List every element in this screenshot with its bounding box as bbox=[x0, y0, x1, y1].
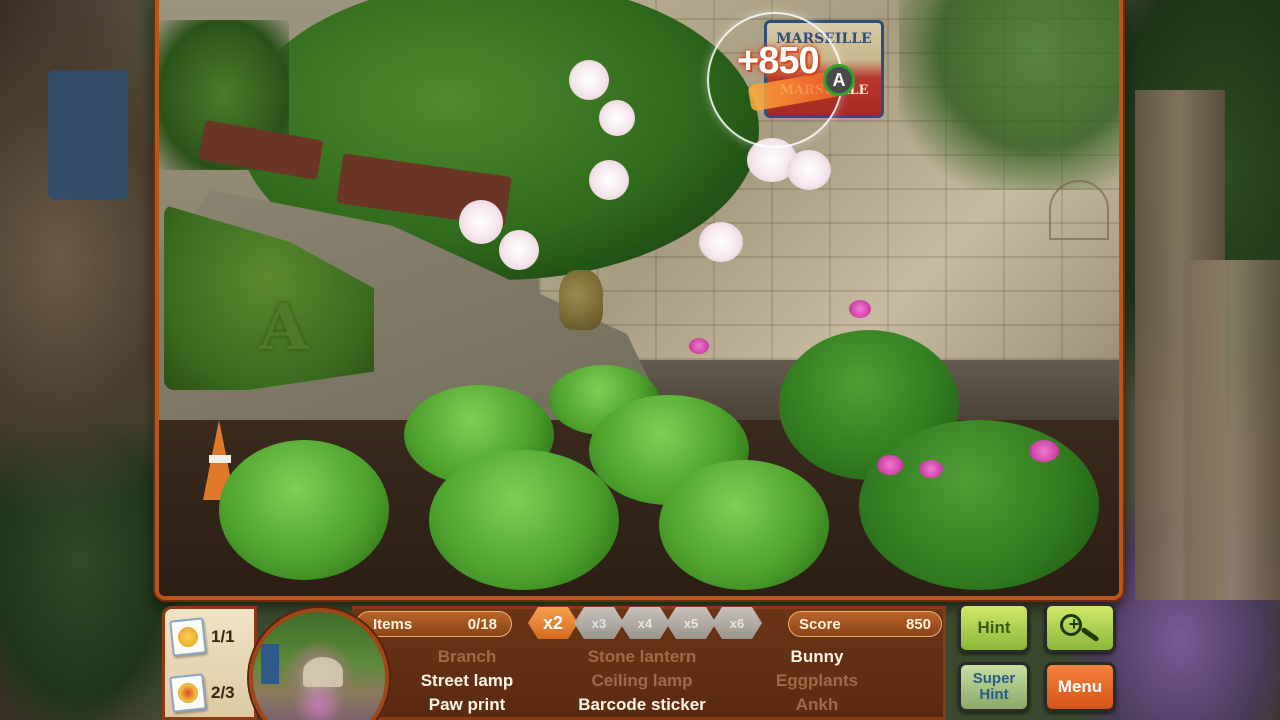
fan-rake[interactable] bbox=[1049, 180, 1109, 240]
hidden-item-word: Ankh bbox=[795, 695, 839, 714]
score-counter: Score 850 bbox=[788, 611, 942, 637]
succulent-shrub bbox=[219, 440, 389, 580]
star-counter: 1/1 bbox=[169, 617, 235, 657]
menu-button[interactable]: Menu bbox=[1044, 662, 1116, 712]
multiplier-row: x2 x3 x4 x5 x6 bbox=[528, 607, 762, 639]
hidden-item-word: Eggplants bbox=[775, 671, 859, 690]
zoom-in-icon: + bbox=[1058, 612, 1102, 644]
hud-header: Items 0/18 x2 x3 x4 x5 x6 Score 850 bbox=[352, 607, 946, 639]
hidden-item-word: Paw print bbox=[428, 695, 506, 714]
white-rose bbox=[459, 200, 503, 244]
pink-flower bbox=[919, 460, 943, 478]
bergenia-plant bbox=[859, 420, 1099, 590]
compass-counter-value: 2/3 bbox=[211, 683, 235, 702]
background-door bbox=[48, 70, 128, 200]
hidden-item-word: Barcode sticker bbox=[578, 695, 706, 714]
white-rose bbox=[787, 150, 831, 190]
hidden-item-word: Branch bbox=[437, 647, 497, 666]
compass-counter: 2/3 bbox=[169, 673, 235, 713]
garden-scene[interactable]: A MARSEILLE MARSEILLE bbox=[159, 0, 1119, 596]
items-counter: Items 0/18 bbox=[356, 611, 512, 637]
multiplier-x4: x4 bbox=[620, 607, 670, 639]
fountain bbox=[303, 657, 343, 687]
score-label: Score bbox=[799, 615, 841, 633]
hidden-item-word: Stone lantern bbox=[587, 647, 697, 666]
score-value: 850 bbox=[905, 615, 931, 633]
action-buttons: Hint + Super Hint Menu bbox=[946, 600, 1136, 720]
super-hint-button[interactable]: Super Hint bbox=[958, 662, 1030, 712]
compass-photo-icon bbox=[169, 673, 207, 713]
ceramic-vase[interactable] bbox=[559, 270, 603, 330]
scene-frame[interactable]: A MARSEILLE MARSEILLE bbox=[155, 0, 1123, 600]
star-counter-value: 1/1 bbox=[211, 627, 235, 646]
white-rose bbox=[499, 230, 539, 270]
white-rose bbox=[599, 100, 635, 136]
item-list-panel: Items 0/18 x2 x3 x4 x5 x6 Score 850 Branch St… bbox=[352, 606, 946, 720]
white-rose bbox=[569, 60, 609, 100]
ivy bbox=[899, 0, 1119, 190]
hidden-item-word: Bunny bbox=[790, 647, 844, 666]
hint-button[interactable]: Hint bbox=[958, 603, 1030, 653]
items-value: 0/18 bbox=[467, 615, 497, 633]
white-rose bbox=[699, 222, 743, 262]
succulent-shrub bbox=[659, 460, 829, 590]
multiplier-x6: x6 bbox=[712, 607, 762, 639]
succulent-shrub bbox=[429, 450, 619, 590]
pink-flower bbox=[877, 455, 903, 475]
letter-badge: A bbox=[823, 64, 855, 96]
multiplier-x2: x2 bbox=[528, 607, 578, 639]
thumbnail-door bbox=[261, 644, 279, 684]
pink-flower bbox=[849, 300, 871, 318]
score-popup: +850 bbox=[737, 40, 820, 82]
collectibles-panel: 1/1 2/3 bbox=[162, 606, 257, 720]
hidden-letter-a[interactable]: A bbox=[259, 290, 309, 365]
traffic-cone-band bbox=[209, 455, 231, 463]
pink-flower bbox=[1029, 440, 1059, 462]
hidden-items-list: Branch Stone lantern Bunny Street lamp Ceili… bbox=[382, 647, 902, 720]
white-rose bbox=[589, 160, 629, 200]
hidden-item-word: Ceiling lamp bbox=[591, 671, 693, 690]
pink-flower bbox=[689, 338, 709, 354]
star-photo-icon bbox=[169, 617, 207, 657]
zoom-button[interactable]: + bbox=[1044, 603, 1116, 653]
background-column bbox=[1185, 260, 1280, 600]
items-label: Items bbox=[373, 615, 413, 633]
hidden-item-word: Street lamp bbox=[420, 671, 514, 690]
multiplier-x3: x3 bbox=[574, 607, 624, 639]
multiplier-x5: x5 bbox=[666, 607, 716, 639]
